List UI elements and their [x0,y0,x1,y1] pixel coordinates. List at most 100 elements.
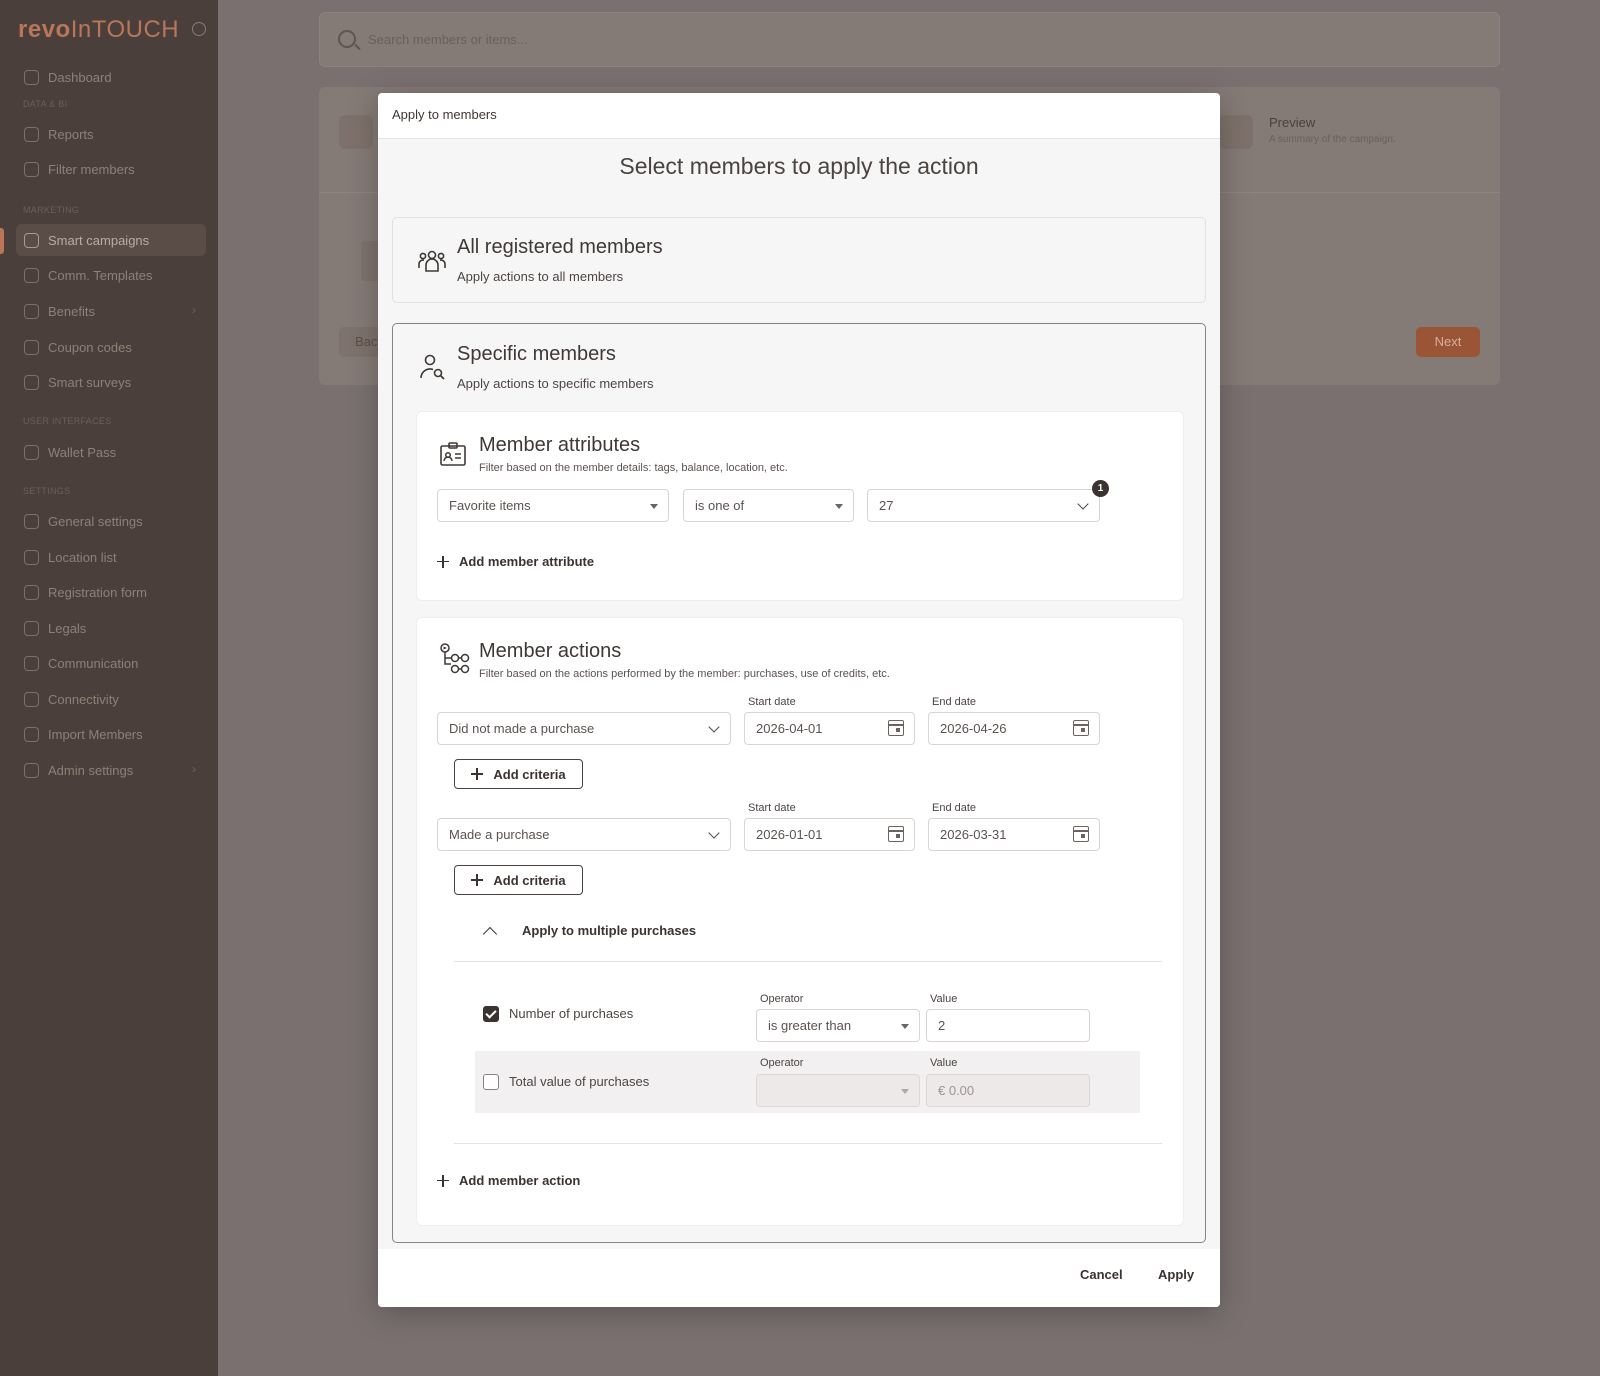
total-value-operator-select[interactable] [756,1074,920,1107]
home-icon [24,69,39,85]
attribute-value-select[interactable]: 27 [867,489,1100,522]
value-label: Value [930,993,958,1005]
group-icon [418,250,446,272]
start-date-input[interactable]: 2026-01-01 [744,818,915,851]
sidebar-item-benefits[interactable]: Benefits › [16,295,206,327]
user-import-icon [24,726,39,742]
user-add-icon [24,584,39,600]
sidebar-item-admin-settings[interactable]: Admin settings › [16,754,206,786]
action-type-select[interactable]: Made a purchase [437,818,731,851]
option-all-title: All registered members [457,236,663,258]
wallet-icon [24,444,39,460]
sidebar-item-smart-surveys[interactable]: Smart surveys [16,366,206,398]
next-button[interactable]: Next [1416,327,1480,357]
sidebar-item-legals[interactable]: Legals [16,612,206,644]
member-actions-title: Member actions [479,640,622,662]
megaphone-icon [24,232,39,248]
sidebar: revoInTOUCH Dashboard DATA & BI Reports … [0,0,218,1376]
purchases-value-input[interactable]: 2 [926,1009,1090,1042]
selected-count-badge: 1 [1092,480,1109,497]
sidebar-item-coupon-codes[interactable]: Coupon codes [16,331,206,363]
member-attributes-title: Member attributes [479,434,641,456]
member-actions-subtitle: Filter based on the actions performed by… [479,668,890,680]
sidebar-item-filter-members[interactable]: Filter members [16,153,206,185]
link-icon [24,691,39,707]
sidebar-item-location-list[interactable]: Location list [16,541,206,573]
attribute-field-select[interactable]: Favorite items [437,489,669,522]
member-attributes-subtitle: Filter based on the member details: tags… [479,462,788,474]
dialog-body: Select members to apply the action All r… [378,139,1220,1249]
report-icon [24,126,39,142]
global-search[interactable]: Search members or items... [319,12,1500,67]
option-specific-members[interactable]: Specific members Apply actions to specif… [392,323,1206,1243]
step-preview-title: Preview [1269,115,1316,130]
section-label: SETTINGS [23,486,71,496]
caret-down-icon [901,1089,909,1094]
sidebar-item-dashboard[interactable]: Dashboard [16,61,206,93]
calendar-icon[interactable] [888,720,904,736]
admin-gear-icon [24,762,39,778]
sidebar-item-reports[interactable]: Reports [16,118,206,150]
member-attributes-panel: Member attributes Filter based on the me… [417,412,1183,600]
total-value-row: Total value of purchases Operator Value … [475,1051,1140,1113]
sidebar-item-connectivity[interactable]: Connectivity [16,683,206,715]
add-member-attribute-button[interactable]: Add member attribute [437,554,594,569]
add-criteria-button[interactable]: Add criteria [454,759,583,789]
checklist-icon [339,115,373,149]
start-date-input[interactable]: 2026-04-01 [744,712,915,745]
caret-down-icon [901,1024,909,1029]
total-value-label: Total value of purchases [509,1074,650,1089]
chevron-down-icon [708,721,720,733]
sidebar-item-registration-form[interactable]: Registration form [16,576,206,608]
plus-icon [437,1174,449,1187]
sidebar-item-general-settings[interactable]: General settings [16,505,206,537]
section-label: DATA & BI [23,99,68,109]
number-of-purchases-label: Number of purchases [509,1006,634,1021]
option-all-members[interactable]: All registered members Apply actions to … [392,217,1206,303]
sidebar-toggle-icon[interactable] [192,22,206,36]
end-date-label: End date [932,696,977,708]
user-search-icon [24,161,39,177]
tag-icon [24,303,39,319]
end-date-input[interactable]: 2026-03-31 [928,818,1100,851]
sidebar-item-smart-campaigns[interactable]: Smart campaigns [16,224,206,256]
calendar-icon[interactable] [1073,720,1089,736]
attribute-operator-select[interactable]: is one of [683,489,854,522]
add-member-action-button[interactable]: Add member action [437,1173,580,1188]
gear-icon [24,513,39,529]
end-date-label: End date [932,802,977,814]
sidebar-item-communication[interactable]: Communication [16,647,206,679]
cancel-button[interactable]: Cancel [1080,1267,1123,1282]
member-actions-panel: Member actions Filter based on the actio… [417,618,1183,1225]
active-marker [0,228,4,254]
sidebar-item-comm-templates[interactable]: Comm. Templates [16,259,206,291]
search-placeholder: Search members or items... [368,32,528,47]
caret-down-icon [835,504,843,509]
number-of-purchases-checkbox[interactable] [483,1006,499,1022]
apply-to-members-dialog: Apply to members Select members to apply… [378,93,1220,1307]
chevron-down-icon [708,827,720,839]
sidebar-item-wallet-pass[interactable]: Wallet Pass [16,436,206,468]
total-value-input[interactable]: € 0.00 [926,1074,1090,1107]
calendar-icon[interactable] [1073,826,1089,842]
action-type-select[interactable]: Did not made a purchase [437,712,731,745]
calendar-icon[interactable] [888,826,904,842]
app-logo: revoInTOUCH [18,16,180,43]
add-criteria-button[interactable]: Add criteria [454,865,583,895]
section-label: USER INTERFACES [23,416,112,426]
apply-multiple-purchases-toggle[interactable]: Apply to multiple purchases [522,923,696,938]
dialog-footer: Cancel Apply [378,1249,1220,1307]
sidebar-item-import-members[interactable]: Import Members [16,718,206,750]
apply-button[interactable]: Apply [1158,1267,1194,1282]
coupon-icon [24,339,39,355]
purchases-operator-select[interactable]: is greater than [756,1009,920,1042]
pin-icon [24,549,39,565]
section-label: MARKETING [23,205,80,215]
dialog-title: Apply to members [378,93,1220,139]
workflow-icon [440,643,470,674]
end-date-input[interactable]: 2026-04-26 [928,712,1100,745]
total-value-checkbox[interactable] [483,1074,499,1090]
chevron-up-icon[interactable] [482,926,498,942]
chat-icon [24,655,39,671]
message-icon [24,267,39,283]
